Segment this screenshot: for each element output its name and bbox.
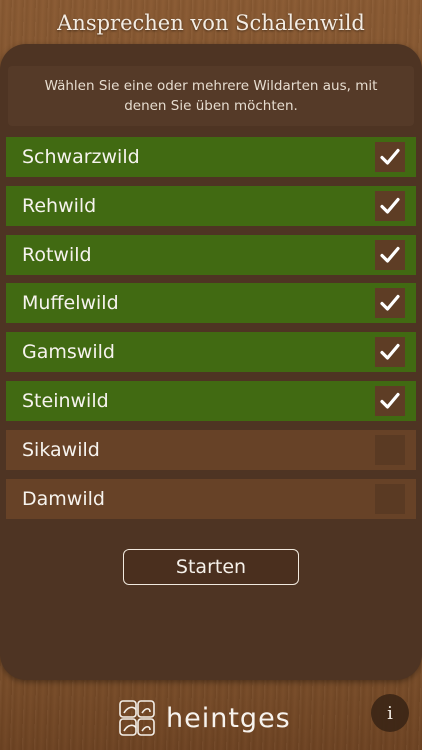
checkmark-icon (380, 197, 400, 214)
species-label: Steinwild (22, 389, 109, 412)
species-label: Rehwild (22, 194, 97, 217)
checkbox[interactable] (375, 483, 405, 514)
species-label: Sikawild (22, 438, 100, 461)
info-button[interactable]: i (371, 694, 409, 732)
species-label: Gamswild (22, 341, 115, 364)
brand-logo: heintges (116, 698, 291, 738)
footer: heintges i (0, 688, 422, 750)
checkbox[interactable] (375, 239, 405, 270)
species-label: Damwild (22, 487, 105, 510)
species-row-muffelwild[interactable]: Muffelwild (6, 283, 416, 324)
species-label: Schwarzwild (22, 146, 140, 168)
species-list: Schwarzwild Rehwild Rotwild Muffelwild G… (6, 137, 416, 527)
checkmark-icon (380, 295, 400, 311)
species-row-rotwild[interactable]: Rotwild (6, 234, 416, 275)
checkmark-icon (380, 246, 400, 263)
intro-box: Wählen Sie eine oder mehrere Wildarten a… (8, 66, 414, 126)
checkmark-icon (380, 344, 400, 360)
selection-panel: Wählen Sie eine oder mehrere Wildarten a… (0, 44, 422, 680)
checkbox[interactable] (375, 337, 405, 368)
species-row-steinwild[interactable]: Steinwild (6, 380, 416, 421)
species-row-gamswild[interactable]: Gamswild (6, 332, 416, 373)
brand-name: heintges (166, 702, 291, 734)
checkbox[interactable] (375, 142, 405, 172)
checkbox[interactable] (375, 385, 405, 416)
start-button[interactable]: Starten (123, 549, 299, 585)
species-row-sikawild[interactable]: Sikawild (6, 429, 416, 470)
intro-text: Wählen Sie eine oder mehrere Wildarten a… (44, 78, 378, 114)
heintges-logo-icon (119, 700, 155, 736)
checkmark-icon (380, 392, 400, 409)
app-header: Ansprechen von Schalenwild (0, 0, 422, 46)
page-title: Ansprechen von Schalenwild (57, 11, 365, 35)
checkbox[interactable] (375, 288, 405, 319)
checkbox[interactable] (375, 190, 405, 221)
checkbox[interactable] (375, 434, 405, 465)
species-label: Muffelwild (22, 292, 119, 315)
species-row-schwarzwild[interactable]: Schwarzwild (6, 137, 416, 177)
checkmark-icon (380, 148, 400, 165)
species-row-damwild[interactable]: Damwild (6, 478, 416, 519)
species-label: Rotwild (22, 243, 92, 266)
species-row-rehwild[interactable]: Rehwild (6, 185, 416, 226)
info-icon: i (387, 702, 393, 724)
